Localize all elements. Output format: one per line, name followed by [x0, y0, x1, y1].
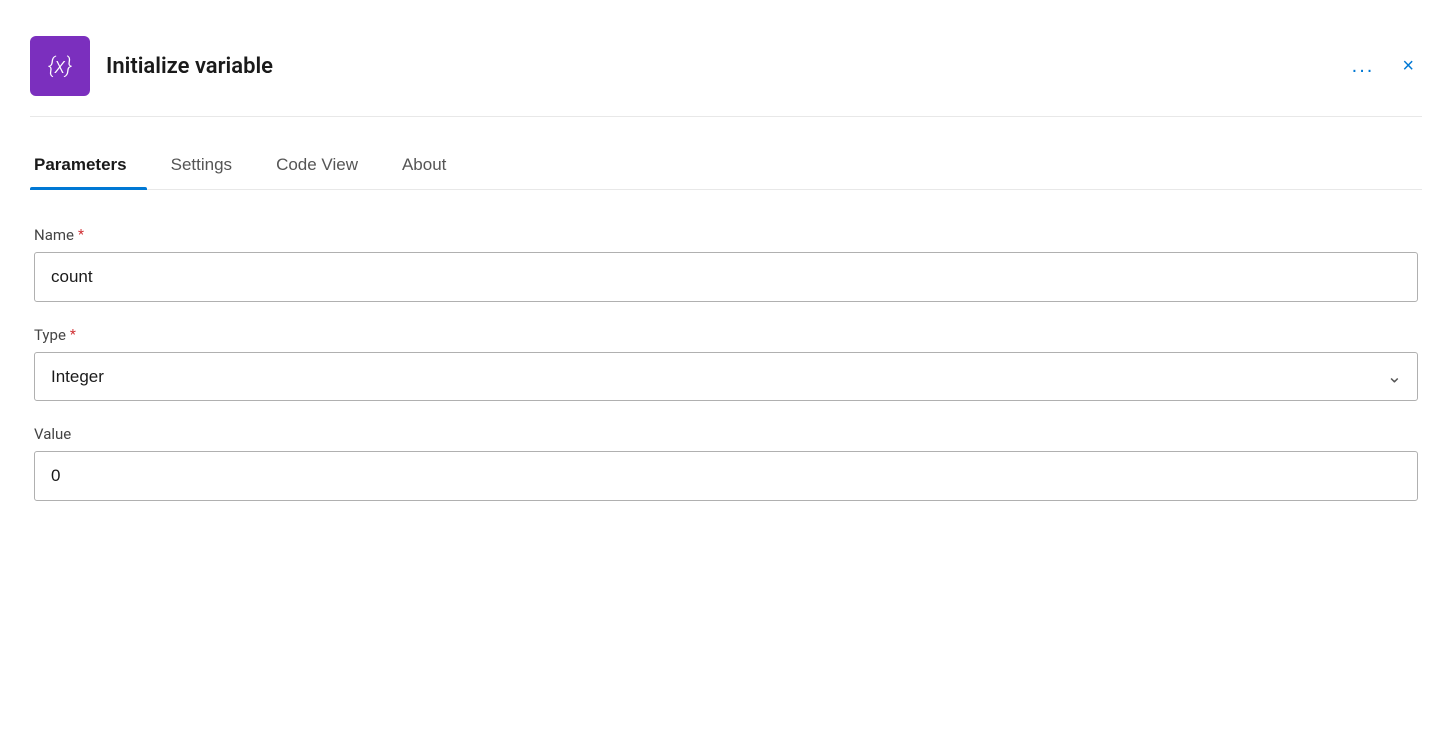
tabs-container: Parameters Settings Code View About — [30, 145, 1422, 190]
type-select[interactable]: Array Boolean Float Integer Object Strin… — [34, 352, 1418, 401]
value-label: Value — [34, 425, 1418, 443]
type-select-wrapper: Array Boolean Float Integer Object Strin… — [34, 352, 1418, 401]
form-container: Name * Type * Array Boolean Float Intege… — [30, 226, 1422, 501]
action-icon-label: {x} — [48, 54, 73, 79]
name-required-star: * — [78, 227, 84, 243]
type-label: Type * — [34, 326, 1418, 344]
name-input[interactable] — [34, 252, 1418, 302]
tab-about[interactable]: About — [398, 145, 466, 189]
header-left: {x} Initialize variable — [30, 36, 273, 96]
action-icon: {x} — [30, 36, 90, 96]
value-input[interactable] — [34, 451, 1418, 501]
type-required-star: * — [70, 327, 76, 343]
header: {x} Initialize variable ... × — [30, 20, 1422, 117]
name-field-group: Name * — [34, 226, 1418, 302]
value-field-group: Value — [34, 425, 1418, 501]
action-title: Initialize variable — [106, 54, 273, 79]
close-button[interactable]: × — [1394, 51, 1422, 82]
header-right: ... × — [1344, 51, 1422, 82]
tab-parameters[interactable]: Parameters — [30, 145, 147, 189]
type-field-group: Type * Array Boolean Float Integer Objec… — [34, 326, 1418, 401]
tab-code-view[interactable]: Code View — [272, 145, 378, 189]
more-options-button[interactable]: ... — [1344, 51, 1383, 82]
name-label: Name * — [34, 226, 1418, 244]
tab-settings[interactable]: Settings — [167, 145, 252, 189]
page-container: {x} Initialize variable ... × Parameters… — [0, 0, 1452, 545]
